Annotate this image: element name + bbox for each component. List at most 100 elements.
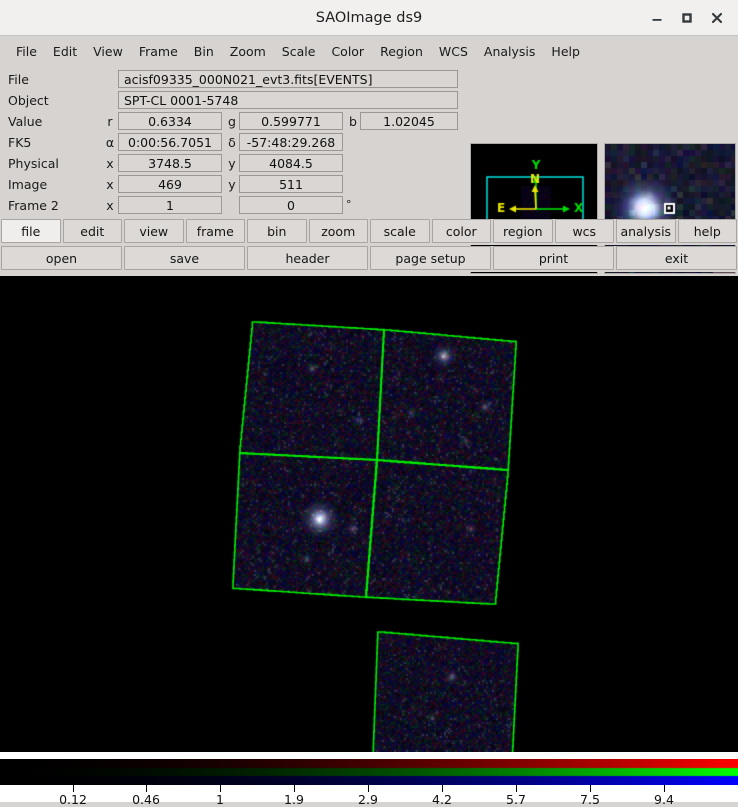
button-zoom[interactable]: zoom <box>308 219 368 243</box>
info-row-physical: Physical x 3748.5 y 4084.5 <box>0 153 466 174</box>
physical-y-sub: y <box>228 156 236 171</box>
colorbar-tick <box>294 785 295 792</box>
minimize-button[interactable] <box>642 3 672 33</box>
value-label: Value <box>8 114 43 129</box>
button-analysis[interactable]: analysis <box>616 219 676 243</box>
degree-symbol: ° <box>346 198 352 211</box>
button-view[interactable]: view <box>124 219 184 243</box>
colorbar-tick-label: 7.5 <box>580 792 600 807</box>
menu-help[interactable]: Help <box>543 41 588 62</box>
colorbar-tick <box>146 785 147 792</box>
info-row-value: Value r 0.6334 g 0.599771 b 1.02045 <box>0 111 466 132</box>
info-row-frame: Frame 2 x 1 0 ° <box>0 195 466 216</box>
window-controls <box>642 0 732 36</box>
button-color[interactable]: color <box>431 219 491 243</box>
frame-rotation-field[interactable]: 0 <box>239 196 343 214</box>
colorbar-tick <box>368 785 369 792</box>
frame-label: Frame 2 <box>8 198 59 213</box>
button-help[interactable]: help <box>677 219 737 243</box>
frame-zoom-field[interactable]: 1 <box>118 196 222 214</box>
colorbar-tick-label: 1.9 <box>284 792 304 807</box>
colorbar-tick-label: 1 <box>216 792 224 807</box>
menu-bin[interactable]: Bin <box>186 41 222 62</box>
menu-frame[interactable]: Frame <box>131 41 186 62</box>
physical-y-field[interactable]: 4084.5 <box>239 154 343 172</box>
menu-edit[interactable]: Edit <box>45 41 85 62</box>
fk5-alpha-field[interactable]: 0:00:56.7051 <box>118 133 222 151</box>
colorbar-tick-label: 9.4 <box>654 792 674 807</box>
button-scale[interactable]: scale <box>370 219 430 243</box>
value-g-field[interactable]: 0.599771 <box>239 112 343 130</box>
value-b-field[interactable]: 1.02045 <box>360 112 458 130</box>
image-display[interactable] <box>0 276 738 752</box>
image-x-field[interactable]: 469 <box>118 175 222 193</box>
button-frame[interactable]: frame <box>185 219 245 243</box>
colorbar-tick <box>516 785 517 792</box>
button-edit[interactable]: edit <box>62 219 122 243</box>
menu-wcs[interactable]: WCS <box>431 41 476 62</box>
button-file[interactable]: file <box>1 219 61 243</box>
menu-bar: File Edit View Frame Bin Zoom Scale Colo… <box>0 36 738 67</box>
colorbar: 0.12 0.46 1 1.9 2.9 4.2 5.7 7.5 9.4 <box>0 752 738 807</box>
value-r-sub: r <box>107 114 113 129</box>
colorbar-tick-label: 0.46 <box>132 792 160 807</box>
colorbar-tick <box>73 785 74 792</box>
button-page-setup[interactable]: page setup <box>370 246 491 270</box>
info-panel: File acisf09335_000N021_evt3.fits[EVENTS… <box>0 67 738 274</box>
fk5-delta-field[interactable]: -57:48:29.268 <box>239 133 343 151</box>
menu-region[interactable]: Region <box>372 41 431 62</box>
colorbar-stripes[interactable] <box>0 759 738 785</box>
colorbar-tick <box>220 785 221 792</box>
object-label: Object <box>8 93 49 108</box>
colorbar-tick <box>664 785 665 792</box>
file-value[interactable]: acisf09335_000N021_evt3.fits[EVENTS] <box>118 70 458 88</box>
colorbar-tick-label: 2.9 <box>358 792 378 807</box>
primary-button-bar: file edit view frame bin zoom scale colo… <box>0 219 738 245</box>
info-row-file: File acisf09335_000N021_evt3.fits[EVENTS… <box>0 69 466 90</box>
value-b-sub: b <box>349 114 357 129</box>
image-y-field[interactable]: 511 <box>239 175 343 193</box>
button-region[interactable]: region <box>493 219 553 243</box>
colorbar-tick-label: 0.12 <box>59 792 87 807</box>
image-x-sub: x <box>106 177 114 192</box>
colorbar-tick-label: 5.7 <box>506 792 526 807</box>
menu-color[interactable]: Color <box>323 41 372 62</box>
value-g-sub: g <box>228 114 236 129</box>
button-header[interactable]: header <box>247 246 368 270</box>
title-bar: SAOImage ds9 <box>0 0 738 36</box>
info-grid: File acisf09335_000N021_evt3.fits[EVENTS… <box>0 67 466 218</box>
fits-image-canvas[interactable] <box>0 276 738 752</box>
menu-zoom[interactable]: Zoom <box>222 41 274 62</box>
menu-scale[interactable]: Scale <box>274 41 324 62</box>
image-label: Image <box>8 177 48 192</box>
fk5-alpha-sub: α <box>105 135 115 150</box>
window-title: SAOImage ds9 <box>315 10 423 26</box>
fk5-delta-sub: δ <box>228 135 236 150</box>
colorbar-tick-label: 4.2 <box>432 792 452 807</box>
physical-x-field[interactable]: 3748.5 <box>118 154 222 172</box>
menu-file[interactable]: File <box>8 41 45 62</box>
ds9-window: SAOImage ds9 File Edit View Frame Bin Zo… <box>0 0 738 807</box>
image-y-sub: y <box>228 177 236 192</box>
fk5-label: FK5 <box>8 135 32 150</box>
physical-label: Physical <box>8 156 59 171</box>
value-r-field[interactable]: 0.6334 <box>118 112 222 130</box>
colorbar-canvas[interactable] <box>0 759 738 785</box>
button-open[interactable]: open <box>1 246 122 270</box>
close-button[interactable] <box>702 3 732 33</box>
button-wcs[interactable]: wcs <box>554 219 614 243</box>
menu-view[interactable]: View <box>85 41 131 62</box>
menu-analysis[interactable]: Analysis <box>476 41 544 62</box>
info-row-image: Image x 469 y 511 <box>0 174 466 195</box>
button-save[interactable]: save <box>124 246 245 270</box>
info-row-fk5: FK5 α 0:00:56.7051 δ -57:48:29.268 <box>0 132 466 153</box>
colorbar-tick <box>590 785 591 792</box>
object-value[interactable]: SPT-CL 0001-5748 <box>118 91 458 109</box>
button-exit[interactable]: exit <box>616 246 737 270</box>
physical-x-sub: x <box>106 156 114 171</box>
maximize-button[interactable] <box>672 3 702 33</box>
button-bin[interactable]: bin <box>247 219 307 243</box>
colorbar-ticks: 0.12 0.46 1 1.9 2.9 4.2 5.7 7.5 9.4 <box>0 785 738 807</box>
info-row-object: Object SPT-CL 0001-5748 <box>0 90 466 111</box>
button-print[interactable]: print <box>493 246 614 270</box>
